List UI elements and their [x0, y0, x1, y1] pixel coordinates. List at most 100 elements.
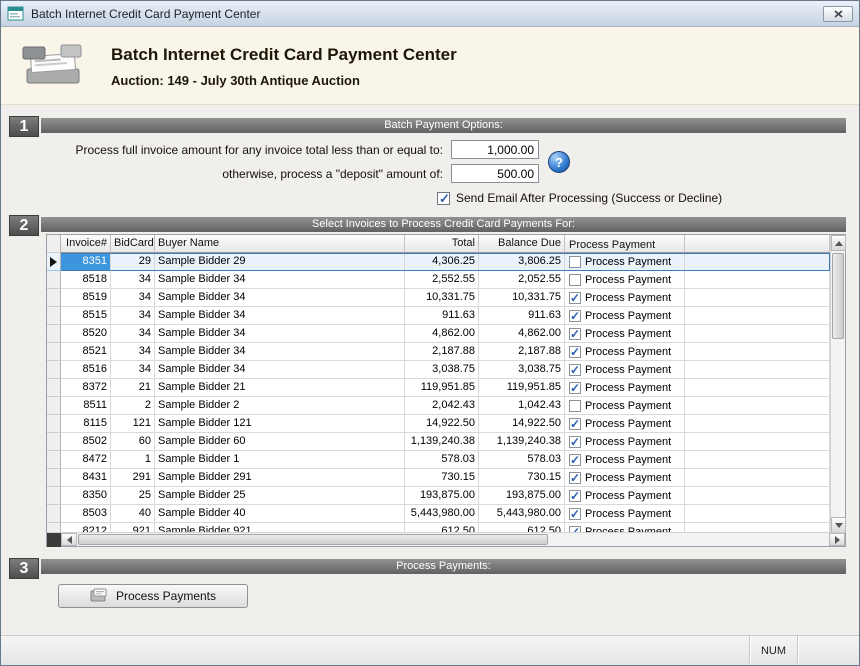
col-header-total[interactable]: Total — [405, 235, 479, 253]
app-icon — [7, 6, 25, 22]
process-payment-checkbox-label: Process Payment — [585, 362, 671, 378]
process-payment-checkbox[interactable] — [569, 292, 581, 304]
process-payment-checkbox[interactable] — [569, 454, 581, 466]
section3-number: 3 — [9, 558, 39, 579]
process-payment-checkbox[interactable] — [569, 508, 581, 520]
process-payment-checkbox[interactable] — [569, 382, 581, 394]
table-row[interactable]: 8519 34 Sample Bidder 34 10,331.75 10,33… — [47, 289, 830, 307]
buyer-name-cell: Sample Bidder 34 — [155, 343, 405, 361]
invoice-cell: 8503 — [61, 505, 111, 523]
col-header-bidcard[interactable]: BidCard# — [111, 235, 155, 253]
process-payment-checkbox-label: Process Payment — [585, 398, 671, 414]
bidcard-cell: 21 — [111, 379, 155, 397]
process-payment-cell: Process Payment — [565, 271, 685, 289]
process-payment-checkbox[interactable] — [569, 310, 581, 322]
horizontal-scrollbar-thumb[interactable] — [78, 534, 548, 545]
horizontal-scrollbar[interactable] — [47, 532, 845, 546]
invoice-cell: 8520 — [61, 325, 111, 343]
scroll-up-button[interactable] — [831, 235, 846, 251]
balance-due-cell: 4,862.00 — [479, 325, 565, 343]
process-payment-checkbox[interactable] — [569, 328, 581, 340]
col-header-buyer-name[interactable]: Buyer Name — [155, 235, 405, 253]
table-row[interactable]: 8431 291 Sample Bidder 291 730.15 730.15… — [47, 469, 830, 487]
process-payment-checkbox[interactable] — [569, 364, 581, 376]
invoice-table-body: 8351 29 Sample Bidder 29 4,306.25 3,806.… — [47, 253, 830, 533]
process-payment-cell: Process Payment — [565, 433, 685, 451]
table-row[interactable]: 8472 1 Sample Bidder 1 578.03 578.03 Pro… — [47, 451, 830, 469]
section1-header: Batch Payment Options: — [41, 118, 846, 133]
process-payment-checkbox[interactable] — [569, 274, 581, 286]
process-payment-checkbox-label: Process Payment — [585, 452, 671, 468]
process-payment-checkbox[interactable] — [569, 418, 581, 430]
process-payment-checkbox[interactable] — [569, 256, 581, 268]
vertical-scrollbar[interactable] — [830, 235, 845, 533]
deposit-amount-row: otherwise, process a "deposit" amount of… — [1, 164, 539, 183]
table-row[interactable]: 8115 121 Sample Bidder 121 14,922.50 14,… — [47, 415, 830, 433]
bidcard-cell: 291 — [111, 469, 155, 487]
help-button[interactable]: ? — [548, 151, 570, 173]
arrow-up-icon — [835, 241, 843, 246]
total-cell: 4,306.25 — [405, 253, 479, 271]
buyer-name-cell: Sample Bidder 34 — [155, 307, 405, 325]
statusbar: NUM — [1, 635, 859, 665]
table-row[interactable]: 8516 34 Sample Bidder 34 3,038.75 3,038.… — [47, 361, 830, 379]
vertical-scrollbar-thumb[interactable] — [832, 253, 844, 339]
arrow-left-icon — [67, 536, 72, 544]
process-payment-checkbox[interactable] — [569, 436, 581, 448]
total-cell: 119,951.85 — [405, 379, 479, 397]
table-row[interactable]: 8350 25 Sample Bidder 25 193,875.00 193,… — [47, 487, 830, 505]
col-header-process-payment[interactable]: Process Payment — [565, 235, 685, 253]
process-payment-checkbox[interactable] — [569, 346, 581, 358]
table-row[interactable]: 8351 29 Sample Bidder 29 4,306.25 3,806.… — [47, 253, 830, 271]
close-button[interactable] — [823, 6, 853, 22]
extra-cell — [685, 469, 830, 487]
invoice-cell: 8350 — [61, 487, 111, 505]
full-amount-row: Process full invoice amount for any invo… — [1, 140, 539, 159]
buyer-name-cell: Sample Bidder 1 — [155, 451, 405, 469]
table-row[interactable]: 8503 40 Sample Bidder 40 5,443,980.00 5,… — [47, 505, 830, 523]
send-email-row: Send Email After Processing (Success or … — [437, 191, 722, 205]
page-title: Batch Internet Credit Card Payment Cente… — [111, 45, 457, 65]
buyer-name-cell: Sample Bidder 40 — [155, 505, 405, 523]
bidcard-cell: 40 — [111, 505, 155, 523]
invoice-cell: 8472 — [61, 451, 111, 469]
row-selector-cell — [47, 307, 61, 325]
full-amount-input[interactable] — [451, 140, 539, 159]
send-email-checkbox[interactable] — [437, 192, 450, 205]
process-payments-button[interactable]: Process Payments — [58, 584, 248, 608]
scroll-down-button[interactable] — [831, 517, 846, 533]
total-cell: 2,042.43 — [405, 397, 479, 415]
process-payment-checkbox-label: Process Payment — [585, 506, 671, 522]
process-payment-checkbox-label: Process Payment — [585, 326, 671, 342]
process-payment-checkbox-label: Process Payment — [585, 416, 671, 432]
total-cell: 578.03 — [405, 451, 479, 469]
process-payment-checkbox-label: Process Payment — [585, 344, 671, 360]
table-row[interactable]: 8515 34 Sample Bidder 34 911.63 911.63 P… — [47, 307, 830, 325]
bidcard-cell: 1 — [111, 451, 155, 469]
deposit-amount-input[interactable] — [451, 164, 539, 183]
table-row[interactable]: 8372 21 Sample Bidder 21 119,951.85 119,… — [47, 379, 830, 397]
bidcard-cell: 34 — [111, 307, 155, 325]
col-header-balance-due[interactable]: Balance Due — [479, 235, 565, 253]
process-payment-checkbox[interactable] — [569, 490, 581, 502]
table-row[interactable]: 8520 34 Sample Bidder 34 4,862.00 4,862.… — [47, 325, 830, 343]
process-payment-checkbox[interactable] — [569, 400, 581, 412]
scroll-left-button[interactable] — [61, 533, 77, 546]
table-row[interactable]: 8502 60 Sample Bidder 60 1,139,240.38 1,… — [47, 433, 830, 451]
extra-cell — [685, 253, 830, 271]
credit-card-machine-icon — [21, 39, 85, 94]
process-payment-cell: Process Payment — [565, 487, 685, 505]
process-payment-checkbox-label: Process Payment — [585, 470, 671, 486]
process-payment-cell: Process Payment — [565, 379, 685, 397]
table-row[interactable]: 8521 34 Sample Bidder 34 2,187.88 2,187.… — [47, 343, 830, 361]
row-selector-cell — [47, 505, 61, 523]
grid-corner-block — [47, 533, 61, 547]
table-row[interactable]: 8511 2 Sample Bidder 2 2,042.43 1,042.43… — [47, 397, 830, 415]
bidcard-cell: 25 — [111, 487, 155, 505]
table-row[interactable]: 8518 34 Sample Bidder 34 2,552.55 2,052.… — [47, 271, 830, 289]
col-header-invoice[interactable]: Invoice# — [61, 235, 111, 253]
row-selector-cell — [47, 343, 61, 361]
balance-due-cell: 3,038.75 — [479, 361, 565, 379]
scroll-right-button[interactable] — [829, 533, 845, 546]
process-payment-checkbox[interactable] — [569, 472, 581, 484]
